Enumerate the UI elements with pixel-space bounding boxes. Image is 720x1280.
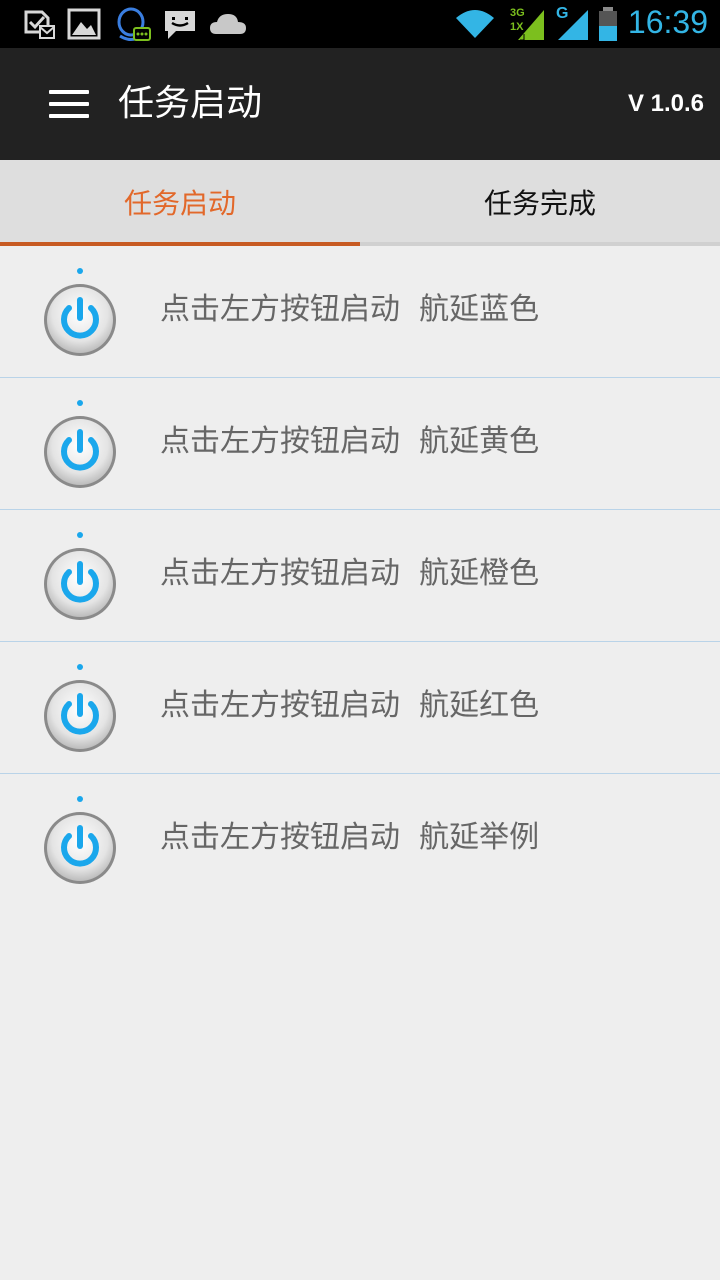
- app-title: 任务启动: [118, 83, 263, 124]
- messaging-check-icon: [24, 10, 55, 39]
- task-label: 点击左方按钮启动 航延蓝色: [160, 292, 540, 327]
- task-label: 点击左方按钮启动 航延橙色: [160, 556, 540, 591]
- tab-task-start[interactable]: 任务启动: [0, 160, 360, 246]
- list-item[interactable]: 点击左方按钮启动 航延黄色: [0, 378, 720, 510]
- task-label: 点击左方按钮启动 航延黄色: [160, 424, 540, 459]
- status-clock: 16:39: [627, 4, 708, 40]
- list-item[interactable]: 点击左方按钮启动 航延蓝色: [0, 246, 720, 378]
- status-bar: 3G 1X G 16:39: [0, 0, 720, 48]
- task-label: 点击左方按钮启动 航延红色: [160, 688, 540, 723]
- wifi-icon: [456, 10, 494, 38]
- app-bar: 任务启动 V 1.0.6: [0, 48, 720, 160]
- power-button[interactable]: [42, 394, 118, 490]
- gallery-icon: [67, 8, 101, 40]
- power-button[interactable]: [42, 658, 118, 754]
- power-button[interactable]: [42, 790, 118, 886]
- list-item[interactable]: 点击左方按钮启动 航延举例: [0, 774, 720, 906]
- menu-button[interactable]: [40, 78, 100, 130]
- battery-icon: [599, 7, 617, 41]
- hamburger-line-bottom: [49, 114, 89, 118]
- tab-bar: 任务启动 任务完成: [0, 160, 720, 246]
- power-button[interactable]: [42, 526, 118, 622]
- hamburger-line-middle: [49, 102, 89, 106]
- signal-g-icon: [558, 10, 588, 40]
- list-item[interactable]: 点击左方按钮启动 航延红色: [0, 642, 720, 774]
- hamburger-line-top: [49, 90, 89, 94]
- task-label: 点击左方按钮启动 航延举例: [160, 820, 540, 855]
- task-list: 点击左方按钮启动 航延蓝色 点击左方按钮启动 航延黄色 点击左方按钮启动 航延橙…: [0, 246, 720, 906]
- qq-icon: [117, 7, 151, 41]
- signal-3g-icon: [518, 10, 544, 41]
- sms-icon: [165, 11, 195, 39]
- tab-task-complete[interactable]: 任务完成: [360, 160, 720, 246]
- cloud-icon: [210, 14, 246, 34]
- power-button[interactable]: [42, 262, 118, 358]
- version-label: V 1.0.6: [627, 90, 704, 117]
- list-item[interactable]: 点击左方按钮启动 航延橙色: [0, 510, 720, 642]
